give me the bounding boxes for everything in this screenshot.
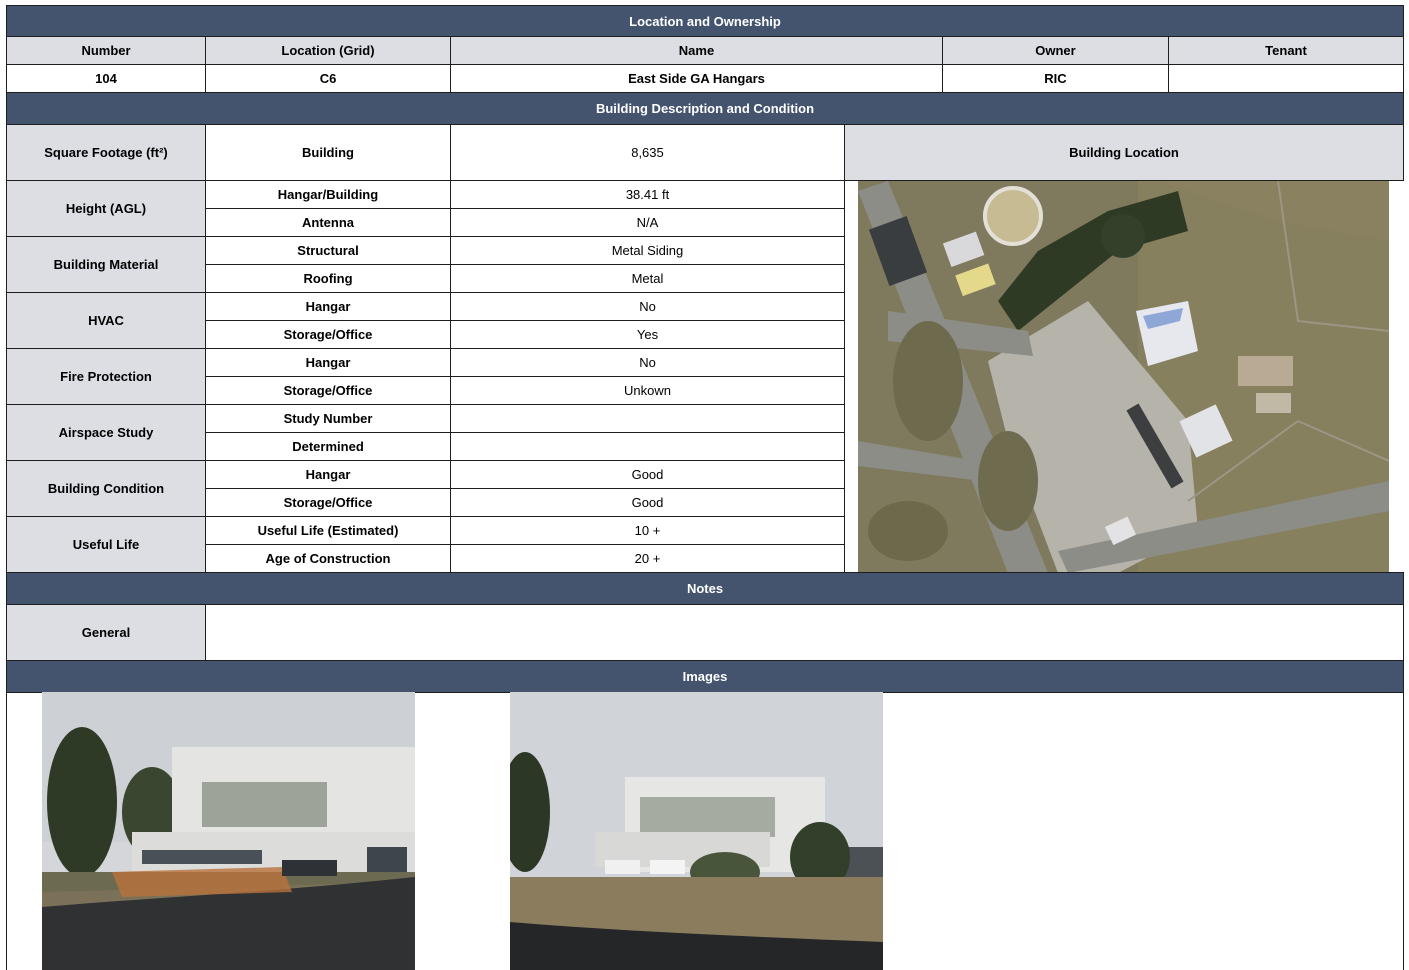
row-value: Good (450, 460, 845, 489)
group-label: Airspace Study (6, 404, 206, 461)
value-owner: RIC (942, 64, 1169, 93)
row-value: Metal Siding (450, 236, 845, 265)
aerial-map-graphic (858, 181, 1389, 573)
row-sub-label: Hangar/Building (205, 180, 451, 209)
header-location-grid: Location (Grid) (205, 36, 451, 65)
row-value (450, 404, 845, 433)
header-number: Number (6, 36, 206, 65)
group-label: Building Condition (6, 460, 206, 517)
row-sub-label: Hangar (205, 348, 451, 377)
header-owner: Owner (942, 36, 1169, 65)
row-sub-label: Hangar (205, 292, 451, 321)
row-value: No (450, 348, 845, 377)
row-value: No (450, 292, 845, 321)
value-location-grid: C6 (205, 64, 451, 93)
hangar-photo-2 (510, 692, 883, 970)
label-general: General (6, 604, 206, 661)
value-general-notes (205, 604, 1404, 661)
section-location-ownership: Location and Ownership (6, 5, 1404, 37)
section-images: Images (6, 660, 1404, 693)
row-value: 10 + (450, 516, 845, 545)
group-label: Useful Life (6, 516, 206, 573)
group-label: Building Material (6, 236, 206, 293)
row-value: 38.41 ft (450, 180, 845, 209)
group-label: HVAC (6, 292, 206, 349)
row-value: 20 + (450, 544, 845, 573)
value-name: East Side GA Hangars (450, 64, 943, 93)
row-sub-label: Storage/Office (205, 320, 451, 349)
row-sub-label: Storage/Office (205, 376, 451, 405)
row-value: Yes (450, 320, 845, 349)
row-value: Unkown (450, 376, 845, 405)
row-sub-label: Determined (205, 432, 451, 461)
section-building-description: Building Description and Condition (6, 92, 1404, 125)
row-sub-label: Study Number (205, 404, 451, 433)
value-square-footage: 8,635 (450, 124, 845, 181)
value-tenant (1168, 64, 1404, 93)
row-sub-label: Hangar (205, 460, 451, 489)
label-building-location: Building Location (844, 124, 1404, 181)
row-sub-label: Useful Life (Estimated) (205, 516, 451, 545)
row-sub-label: Roofing (205, 264, 451, 293)
hangar-photo-1-graphic (42, 692, 415, 970)
header-tenant: Tenant (1168, 36, 1404, 65)
section-notes: Notes (6, 572, 1404, 605)
row-sub-label: Antenna (205, 208, 451, 237)
row-sub-label: Age of Construction (205, 544, 451, 573)
row-value: Good (450, 488, 845, 517)
label-square-footage: Square Footage (ft²) (6, 124, 206, 181)
sub-building: Building (205, 124, 451, 181)
row-value (450, 432, 845, 461)
header-name: Name (450, 36, 943, 65)
row-value: Metal (450, 264, 845, 293)
group-label: Fire Protection (6, 348, 206, 405)
hangar-photo-1 (42, 692, 415, 970)
aerial-location-map (858, 181, 1389, 573)
value-number: 104 (6, 64, 206, 93)
row-sub-label: Structural (205, 236, 451, 265)
row-value: N/A (450, 208, 845, 237)
group-label: Height (AGL) (6, 180, 206, 237)
row-sub-label: Storage/Office (205, 488, 451, 517)
hangar-photo-2-graphic (510, 692, 883, 970)
